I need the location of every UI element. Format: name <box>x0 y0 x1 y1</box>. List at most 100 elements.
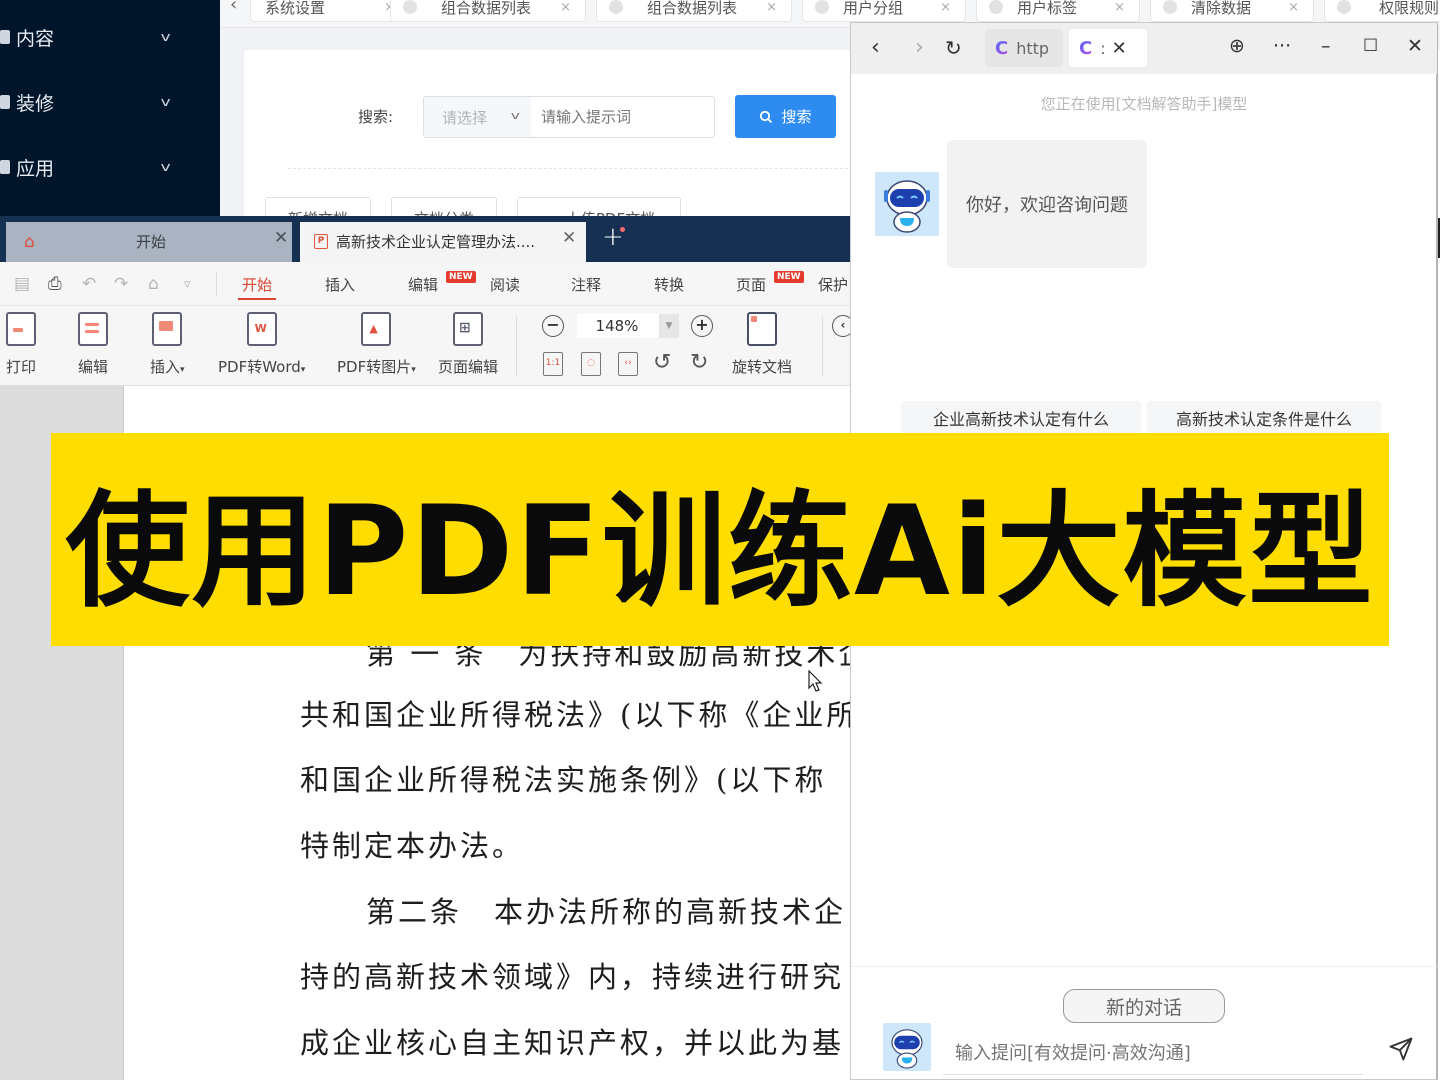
fit-page-icon[interactable]: ◌ <box>581 352 601 376</box>
customize-dropdown-icon[interactable]: ▿ <box>184 277 191 292</box>
word-convert-icon: W <box>246 312 277 346</box>
tab-combo-data-1[interactable]: 组合数据列表 × <box>390 0 586 22</box>
new-badge: NEW <box>446 271 476 283</box>
menu-tab-insert[interactable]: 插入 <box>325 274 355 295</box>
globe-icon[interactable]: ⊕ <box>1229 35 1245 57</box>
close-icon[interactable]: × <box>940 0 951 15</box>
minimize-icon[interactable]: – <box>1321 35 1331 57</box>
tab-user-tags[interactable]: 用户标签 × <box>976 0 1140 22</box>
question-input[interactable] <box>943 1033 1363 1075</box>
suggested-question[interactable]: 企业高新技术认定有什么 <box>901 401 1141 435</box>
apps-icon <box>0 160 10 174</box>
page-edit-button[interactable]: ⊞ 页面编辑 <box>438 312 498 377</box>
tab-permission-rules[interactable]: 权限规则 <box>1324 0 1440 22</box>
tab-home[interactable]: ⌂ 开始 ✕ <box>6 222 292 262</box>
suggested-question[interactable]: 高新技术认定条件是什么 <box>1147 401 1381 435</box>
rotate-document-icon <box>747 312 777 346</box>
new-badge: NEW <box>774 271 804 283</box>
sidebar-item-content[interactable]: 内容 v <box>0 17 220 57</box>
close-icon[interactable]: ✕ <box>562 228 576 248</box>
close-window-icon[interactable]: ✕ <box>1407 35 1423 57</box>
print-button[interactable]: 打印 <box>6 312 36 377</box>
pdf-file-icon: P <box>314 234 328 249</box>
document-line: 共和国企业所得税法》(以下称《企业所 <box>300 698 859 732</box>
menu-tab-annotate[interactable]: 注释 <box>571 274 601 295</box>
pdf-to-image-label: PDF转图片▾ <box>337 358 416 376</box>
close-tab-icon[interactable]: ✕ <box>1112 38 1127 59</box>
rotate-left-icon[interactable]: ↺ <box>653 350 671 375</box>
fit-width-icon[interactable]: ‹› <box>618 352 638 376</box>
maximize-icon[interactable]: ☐ <box>1363 36 1378 56</box>
menu-tab-read[interactable]: 阅读 <box>490 274 520 295</box>
new-conversation-button[interactable]: 新的对话 <box>1063 989 1225 1023</box>
menu-bar: ▤ ⎙ ↶ ↷ ⌂ ▿ 开始 插入 编辑 NEW 阅读 注释 转换 页面 NEW… <box>0 262 850 306</box>
close-icon[interactable]: × <box>1114 0 1125 15</box>
user-avatar <box>883 1023 931 1071</box>
close-icon[interactable]: ✕ <box>274 228 288 248</box>
tab-user-groups[interactable]: 用户分组 × <box>802 0 966 22</box>
category-select[interactable]: 请选择 v <box>423 96 532 138</box>
rotate-document-button[interactable]: 旋转文档 <box>732 312 792 377</box>
admin-sidebar: 内容 v 装修 v 应用 v <box>0 0 220 216</box>
print-icon[interactable]: ⎙ <box>48 274 62 294</box>
tab-document[interactable]: P 高新技术企业认定管理办法.... ✕ <box>300 222 586 262</box>
sidebar-item-label: 装修 <box>16 92 55 115</box>
browser-tab[interactable]: C http <box>985 29 1063 67</box>
pdf-to-word-button[interactable]: W PDF转Word▾ <box>218 312 305 377</box>
document-line: 特制定本办法。 <box>300 829 525 863</box>
divider <box>216 272 217 296</box>
chevron-left-icon[interactable]: ‹ <box>230 0 237 15</box>
save-icon[interactable]: ▤ <box>14 274 30 294</box>
insert-button[interactable]: 插入▾ <box>150 312 185 377</box>
divider <box>288 168 888 169</box>
tab-clear-data[interactable]: 清除数据 × <box>1150 0 1314 22</box>
keyword-input[interactable] <box>531 96 715 138</box>
close-icon[interactable]: × <box>766 0 777 15</box>
menu-tab-edit[interactable]: 编辑 <box>408 274 438 295</box>
actual-size-icon[interactable]: 1:1 <box>543 352 563 376</box>
chevron-down-icon: v <box>160 95 171 109</box>
forward-icon[interactable]: › <box>915 35 924 60</box>
close-icon[interactable]: × <box>1288 0 1299 15</box>
rotate-right-icon[interactable]: ↻ <box>690 350 708 375</box>
pdf-to-image-button[interactable]: ▲ PDF转图片▾ <box>337 312 416 377</box>
divider <box>822 316 823 376</box>
zoom-in-icon[interactable]: + <box>691 315 713 337</box>
document-line: 第二条 本办法所称的高新技术企 <box>366 895 847 929</box>
edit-document-icon <box>78 312 108 346</box>
image-convert-icon: ▲ <box>361 312 392 346</box>
edit-button[interactable]: 编辑 <box>78 312 108 377</box>
zoom-out-icon[interactable]: − <box>542 315 564 337</box>
printer-icon <box>6 312 36 346</box>
tab-dot-icon <box>1337 0 1351 14</box>
tab-label: 组合数据列表 <box>647 0 738 17</box>
zoom-input[interactable] <box>577 314 657 338</box>
undo-icon[interactable]: ↶ <box>82 274 96 294</box>
send-icon[interactable] <box>1387 1035 1415 1063</box>
chevron-down-icon[interactable]: ▼ <box>659 314 679 338</box>
browser-tab-active[interactable]: C : ✕ <box>1069 29 1147 67</box>
menu-tab-protect[interactable]: 保护 <box>818 274 848 295</box>
menu-tab-page[interactable]: 页面 <box>736 274 766 295</box>
reload-icon[interactable]: ↻ <box>945 36 962 60</box>
redo-icon[interactable]: ↷ <box>114 274 128 294</box>
search-button[interactable]: 搜索 <box>735 95 836 138</box>
menu-tab-convert[interactable]: 转换 <box>654 274 684 295</box>
sidebar-item-label: 应用 <box>16 157 55 180</box>
app-logo-icon: C <box>995 37 1009 59</box>
rotate-document-label: 旋转文档 <box>732 358 793 376</box>
zoom-level-field[interactable]: ▼ <box>577 314 679 338</box>
menu-tab-start[interactable]: 开始 <box>237 274 277 300</box>
bot-avatar <box>875 172 939 236</box>
home-icon[interactable]: ⌂ <box>148 274 159 294</box>
sidebar-item-decoration[interactable]: 装修 v <box>0 82 220 122</box>
model-hint: 您正在使用[文档解答助手]模型 <box>1040 95 1248 113</box>
sidebar-item-apps[interactable]: 应用 v <box>0 147 220 187</box>
sidebar-item-label: 内容 <box>16 27 55 50</box>
select-placeholder: 请选择 <box>442 108 488 127</box>
close-icon[interactable]: × <box>560 0 571 15</box>
tab-combo-data-2[interactable]: 组合数据列表 × <box>596 0 792 22</box>
tab-system-settings[interactable]: 系统设置 × <box>250 0 410 22</box>
back-icon[interactable]: ‹ <box>871 35 880 60</box>
more-icon[interactable]: ··· <box>1273 35 1291 57</box>
